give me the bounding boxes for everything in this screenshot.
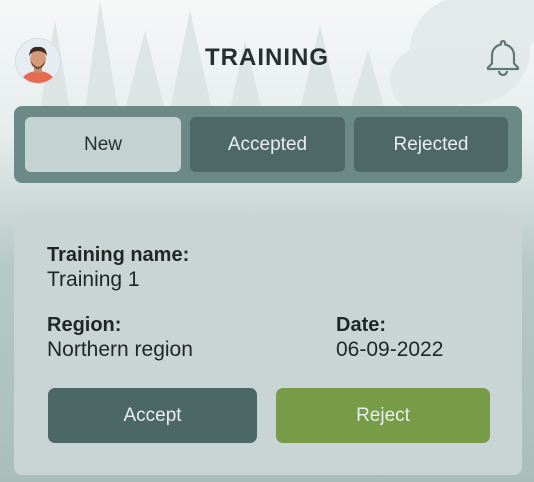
region-label: Region: xyxy=(47,314,122,336)
reject-button[interactable]: Reject xyxy=(276,388,490,443)
region-value: Northern region xyxy=(47,338,193,361)
training-name-value: Training 1 xyxy=(47,268,140,291)
bell-icon xyxy=(486,39,520,77)
tab-new[interactable]: New xyxy=(25,117,181,172)
accept-button[interactable]: Accept xyxy=(48,388,257,443)
notifications-button[interactable] xyxy=(485,38,521,77)
date-value: 06-09-2022 xyxy=(336,338,444,361)
training-name-label: Training name: xyxy=(47,244,190,266)
tab-accepted[interactable]: Accepted xyxy=(190,117,345,172)
training-card: Training name: Training 1 Region: Northe… xyxy=(14,213,522,475)
status-tabs: New Accepted Rejected xyxy=(14,106,522,183)
date-label: Date: xyxy=(336,314,387,336)
page-title: TRAINING xyxy=(205,44,329,71)
app-header: TRAINING xyxy=(0,0,534,110)
tab-rejected[interactable]: Rejected xyxy=(354,117,508,172)
